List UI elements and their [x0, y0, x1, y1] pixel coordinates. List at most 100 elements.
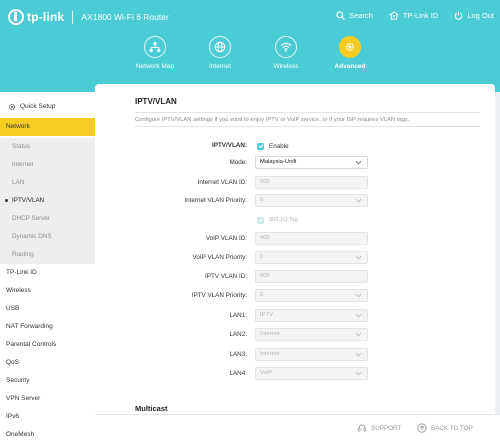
back-to-top-label: BACK TO TOP [431, 424, 473, 432]
sidebar: Quick Setup Network Status Internet LAN … [0, 92, 95, 440]
iptv-vlan-label: IPTV/VLAN: [212, 142, 247, 149]
lan2-label: LAN2: [229, 331, 247, 338]
tp-link-id-button[interactable]: TP-Link ID [388, 11, 438, 20]
brand-name: tp-link [27, 10, 65, 24]
chevron-down-icon [355, 371, 362, 376]
page-description: Configure IPTV/VLAN settings if you want… [135, 112, 480, 127]
sidebar-subitem-dhcp-server[interactable]: DHCP Server [0, 210, 95, 228]
nav-label: Network Map [135, 63, 175, 70]
chevron-down-icon [355, 313, 362, 318]
sidebar-item-security[interactable]: Security [0, 372, 95, 390]
lan1-label: LAN1: [229, 312, 247, 319]
top-bar: tp-link AX1800 Wi-Fi 6 Router Search TP-… [0, 0, 500, 34]
sidebar-subitem-iptv-vlan[interactable]: IPTV/VLAN [0, 192, 95, 210]
support-icon [357, 424, 367, 432]
main-panel: IPTV/VLAN Configure IPTV/VLAN settings i… [95, 84, 495, 440]
chevron-down-icon [355, 198, 362, 203]
lan4-label: LAN4: [229, 370, 247, 377]
nav-internet[interactable]: Internet [185, 36, 255, 70]
page-title: IPTV/VLAN [135, 97, 177, 106]
search-icon [336, 11, 345, 20]
voip-vlan-priority-value: 0 [260, 254, 264, 260]
iptv-vlan-id-field[interactable]: 600 [255, 270, 368, 283]
nav-network-map[interactable]: Network Map [120, 36, 190, 70]
tp-link-logo-icon [8, 9, 24, 25]
chevron-down-icon [355, 255, 362, 260]
sidebar-item-qos[interactable]: QoS [0, 354, 95, 372]
sidebar-item-quick-setup[interactable]: Quick Setup [0, 92, 95, 118]
internet-vlan-id-label: Internet VLAN ID: [197, 179, 247, 186]
wifi-icon [280, 42, 292, 52]
sidebar-subitem-routing[interactable]: Routing [0, 246, 95, 264]
voip-vlan-id-field[interactable]: 400 [255, 232, 368, 245]
sidebar-item-tp-link-id[interactable]: TP-Link ID [0, 264, 95, 282]
lan3-value: Internet [260, 351, 280, 357]
sidebar-subitem-dynamic-dns[interactable]: Dynamic DNS [0, 228, 95, 246]
internet-vlan-priority-select[interactable]: 0 [255, 194, 368, 207]
lan2-value: Internet [260, 331, 280, 337]
chevron-down-icon [355, 160, 362, 165]
sidebar-subitem-internet[interactable]: Internet [0, 156, 95, 174]
mode-value: Malaysia-Unifi [260, 159, 297, 165]
logo: tp-link AX1800 Wi-Fi 6 Router [8, 9, 169, 25]
back-to-top-link[interactable]: BACK TO TOP [417, 423, 473, 433]
main-nav: Network Map Internet Wireless Advanced [0, 34, 500, 74]
checkbox-checked-icon [257, 142, 264, 150]
log-out-label: Log Out [467, 11, 494, 20]
sidebar-item-nat-forwarding[interactable]: NAT Forwarding [0, 318, 95, 336]
nav-label: Internet [208, 63, 232, 70]
support-link[interactable]: SUPPORT [357, 423, 401, 433]
sidebar-subitem-lan[interactable]: LAN [0, 174, 95, 192]
internet-vlan-id-field[interactable]: 500 [255, 176, 368, 189]
chevron-down-icon [355, 352, 362, 357]
network-submenu: Status Internet LAN IPTV/VLAN DHCP Serve… [0, 138, 95, 264]
arrow-up-circle-icon [417, 423, 427, 433]
checkbox-label: 802.1Q Tag [269, 217, 298, 223]
voip-vlan-priority-select[interactable]: 0 [255, 251, 368, 264]
network-map-icon [149, 41, 161, 53]
sidebar-item-parental-controls[interactable]: Parental Controls [0, 336, 95, 354]
lan1-value: IPTV [260, 312, 273, 318]
voip-vlan-id-label: VoIP VLAN ID: [205, 235, 247, 242]
id-icon [388, 11, 399, 20]
iptv-vlan-id-label: IPTV VLAN ID: [205, 273, 247, 280]
nav-advanced[interactable]: Advanced [315, 36, 385, 70]
mode-label: Mode: [229, 159, 247, 166]
iptv-enable-checkbox[interactable]: Enable [257, 140, 289, 152]
model-name: AX1800 Wi-Fi 6 Router [81, 12, 169, 22]
lan1-select[interactable]: IPTV [255, 309, 368, 322]
header: tp-link AX1800 Wi-Fi 6 Router Search TP-… [0, 0, 500, 92]
lan3-select[interactable]: Internet [255, 348, 368, 361]
lan3-label: LAN3: [229, 351, 247, 358]
footer: SUPPORT BACK TO TOP [95, 414, 500, 440]
sidebar-item-onemesh[interactable]: OneMesh [0, 426, 95, 440]
sidebar-item-usb[interactable]: USB [0, 300, 95, 318]
sidebar-subitem-status[interactable]: Status [0, 138, 95, 156]
nav-label: Wireless [273, 63, 299, 70]
checkbox-label: Enable [269, 142, 289, 150]
lan4-select[interactable]: VoIP [255, 367, 368, 380]
tag-802-1q-checkbox[interactable]: 802.1Q Tag [257, 214, 298, 226]
sidebar-item-ipv6[interactable]: IPv6 [0, 408, 95, 426]
logout-icon [454, 11, 463, 20]
mode-select[interactable]: Malaysia-Unifi [255, 156, 368, 169]
top-actions: Search TP-Link ID Log Out [320, 11, 494, 20]
checkbox-checked-icon [257, 216, 264, 224]
nav-label: Advanced [334, 63, 366, 70]
nav-wireless[interactable]: Wireless [251, 36, 321, 70]
sidebar-item-vpn-server[interactable]: VPN Server [0, 390, 95, 408]
gear-icon [345, 42, 355, 52]
chevron-down-icon [355, 293, 362, 298]
globe-icon [214, 41, 226, 53]
voip-vlan-priority-label: VoIP VLAN Priority: [192, 254, 247, 261]
support-label: SUPPORT [371, 424, 402, 432]
internet-vlan-priority-value: 0 [260, 197, 264, 203]
sidebar-item-wireless[interactable]: Wireless [0, 282, 95, 300]
iptv-vlan-priority-select[interactable]: 0 [255, 289, 368, 302]
gear-icon [8, 103, 16, 111]
lan4-value: VoIP [260, 370, 273, 376]
lan2-select[interactable]: Internet [255, 328, 368, 341]
log-out-button[interactable]: Log Out [454, 11, 494, 20]
search-button[interactable]: Search [336, 11, 373, 20]
iptv-vlan-priority-label: IPTV VLAN Priority: [191, 292, 247, 299]
